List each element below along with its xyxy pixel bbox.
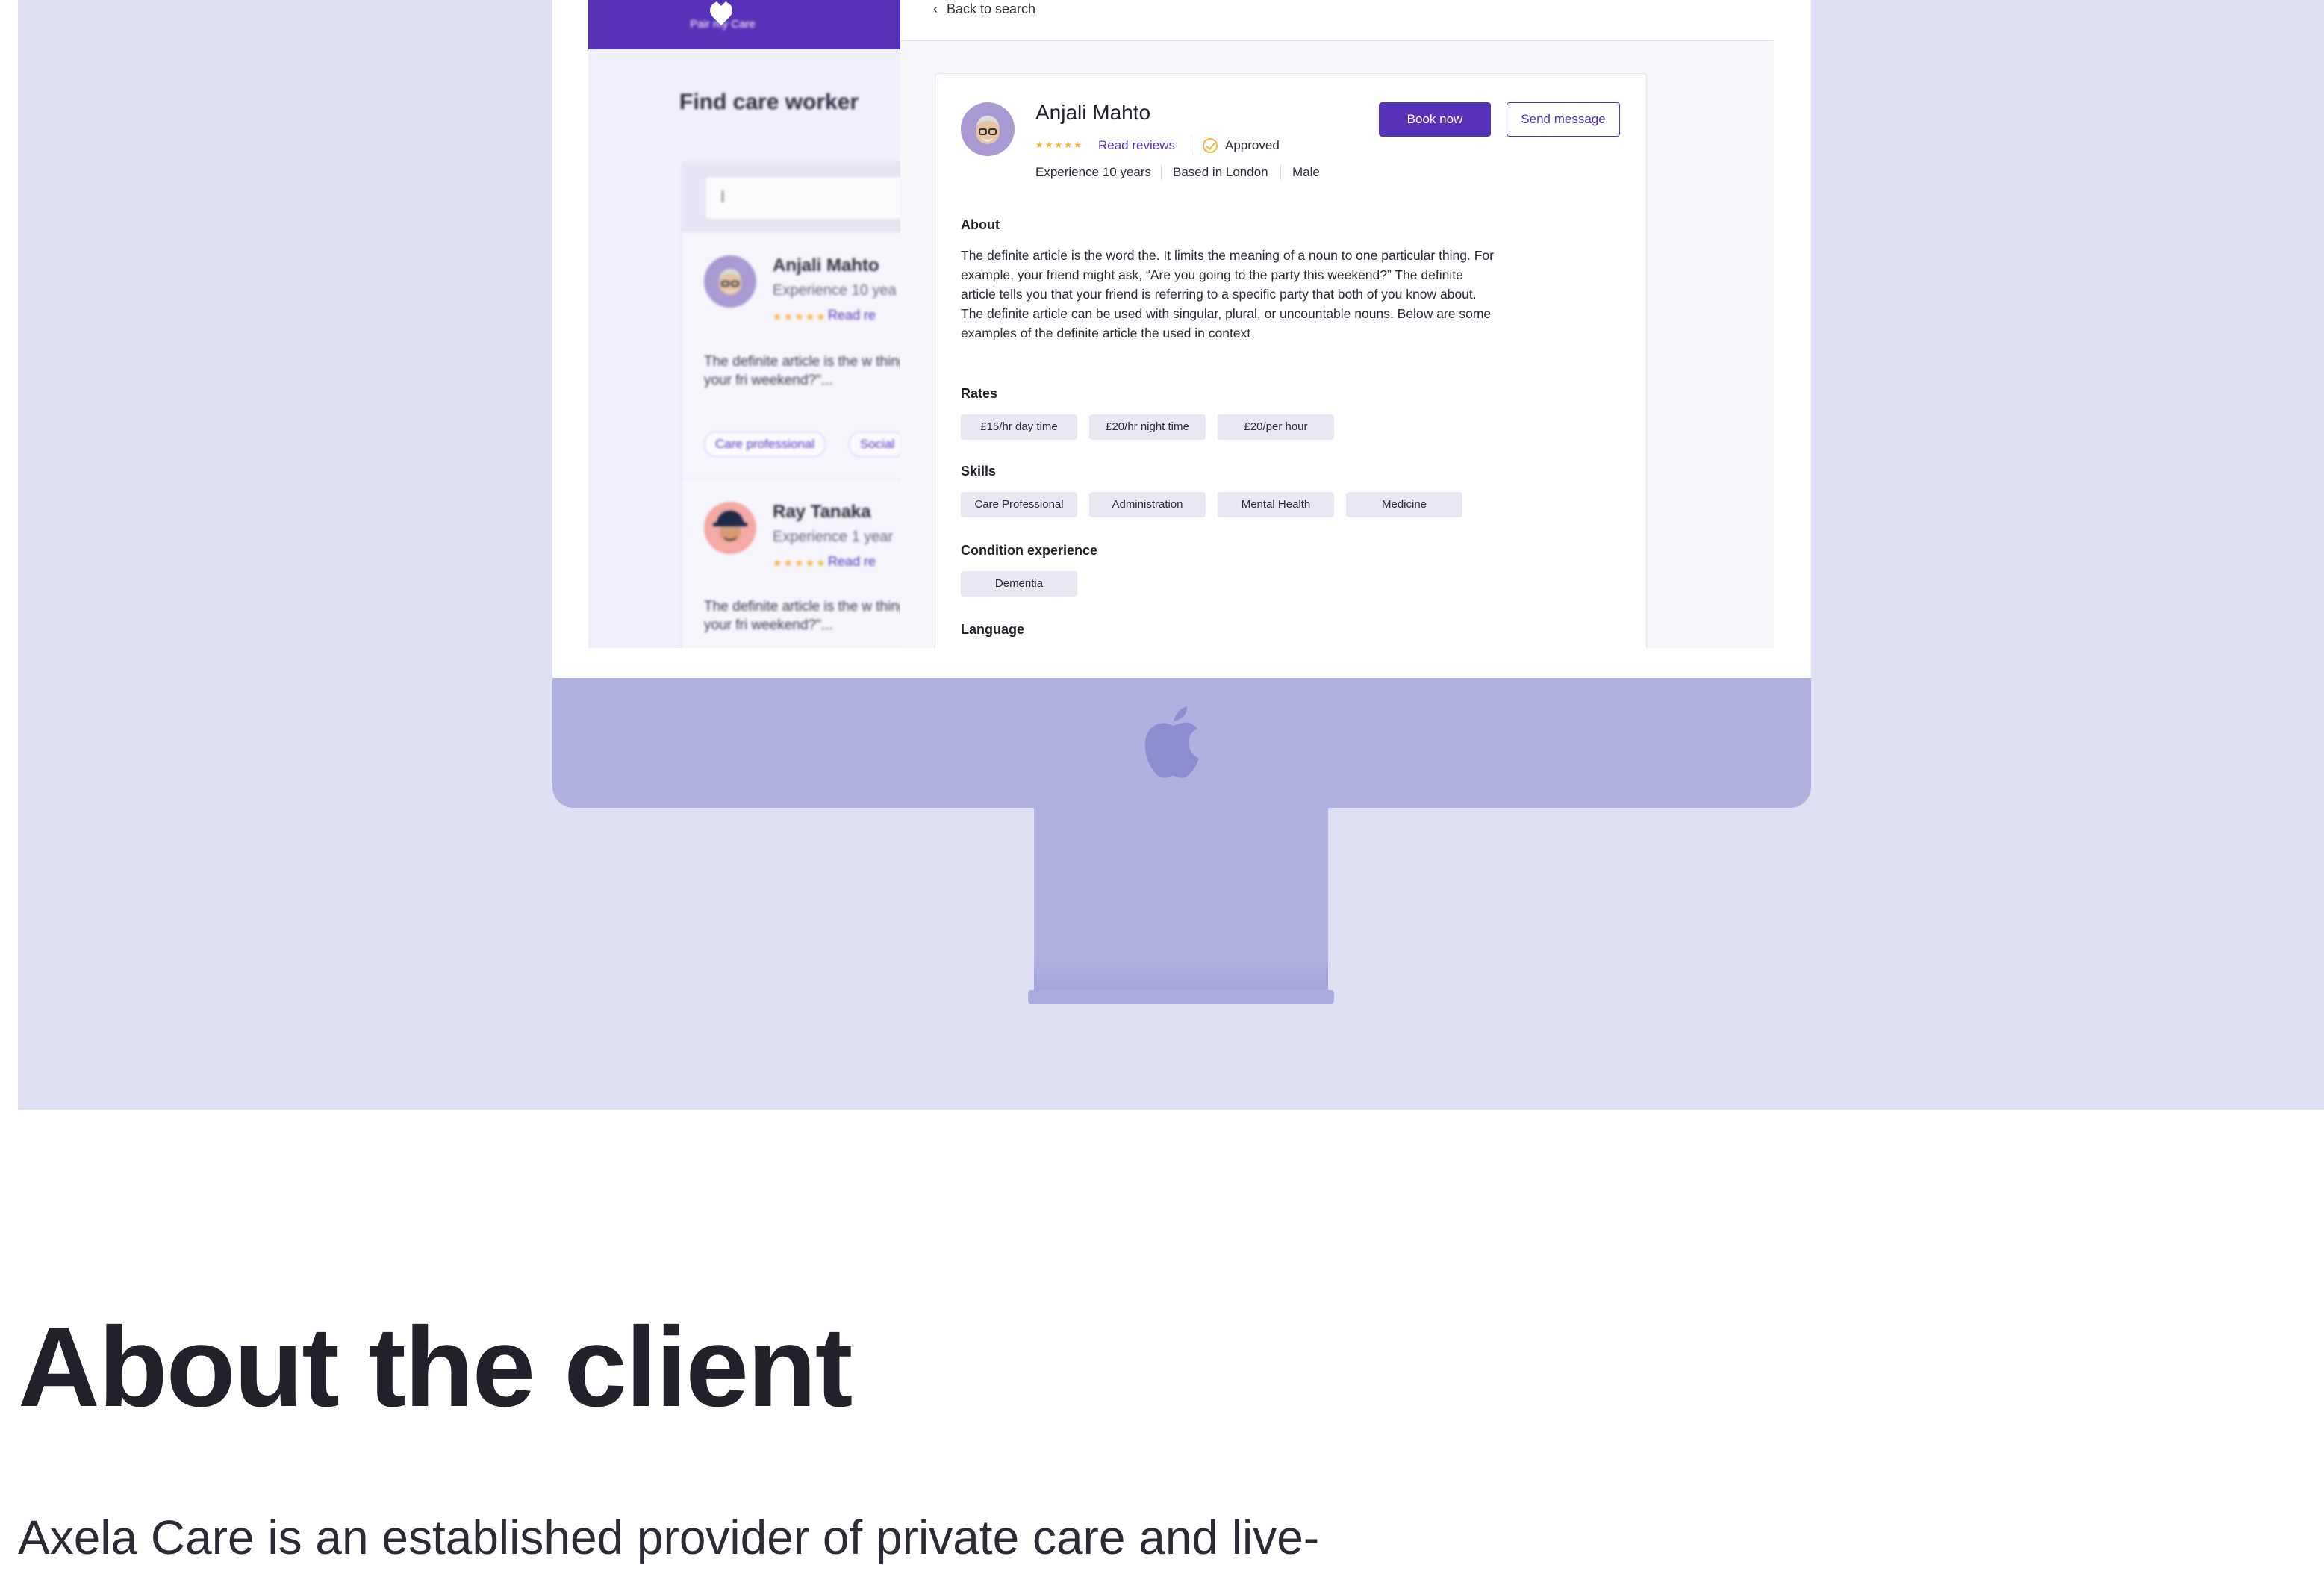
about-the-client-body: Axela Care is an established provider of… [18,1511,1320,1564]
skill-chip: Care Professional [961,492,1077,517]
rating-stars: ★★★★★ [1035,140,1083,150]
list-item-tag: Care professional [704,432,826,457]
list-item-tag: Social [849,432,900,457]
skill-chip: Mental Health [1218,492,1334,517]
list-item-name: Ray Tanaka [773,502,871,522]
rate-chip: £20/hr night time [1089,414,1206,440]
avatar [961,102,1015,156]
avatar-face-icon [976,116,1000,144]
monitor-stand [1034,808,1328,993]
hero-banner: Pair my Care Find care worker I Anjali M… [18,0,2324,1110]
location: Based in London [1173,165,1268,179]
back-to-search-label: Back to search [947,1,1036,16]
list-item[interactable]: Anjali Mahto Experience 10 yea ★★★★★ Rea… [681,233,900,480]
avatar-face-icon [719,269,741,295]
apple-logo-icon [1144,706,1199,778]
monitor-screen: Pair my Care Find care worker I Anjali M… [552,0,1811,678]
profile-card: Anjali Mahto ★★★★★ Read reviews Approved… [935,73,1647,648]
about-section-title: About [961,217,1000,232]
approved-check-icon [1203,138,1218,153]
profile-topbar: ‹ Back to search [900,0,1774,41]
list-item-experience: Experience 10 yea [773,282,897,299]
about-text: The definite article is the word the. It… [961,248,1494,340]
list-item-snippet: The definite article is the w thing. For… [704,599,900,633]
find-care-worker-title: Find care worker [679,90,859,114]
back-to-search-link[interactable]: ‹ Back to search [933,1,1035,17]
rates-section-title: Rates [961,386,998,401]
list-item-name: Anjali Mahto [773,255,879,276]
approved-status: Approved [1225,138,1280,152]
list-item[interactable]: Ray Tanaka Experience 1 year ★★★★★ Read … [681,479,900,648]
list-item-experience: Experience 1 year [773,529,894,545]
monitor-stand-base [1028,990,1334,1004]
profile-panel: ‹ Back to search Anjali Mahto ★★★★★ Read… [900,0,1774,648]
list-item-read-reviews[interactable]: Read re [828,308,876,323]
skill-chip: Medicine [1346,492,1462,517]
divider [1280,165,1281,180]
search-box: I [681,161,900,233]
book-now-button[interactable]: Book now [1379,102,1491,137]
brand-name: Pair my Care [690,18,756,31]
divider [1161,165,1162,180]
skills-section-title: Skills [961,464,997,479]
monitor-chin [552,678,1811,808]
rate-chip: £20/per hour [1218,414,1334,440]
rate-chip: £15/hr day time [961,414,1077,440]
list-item-snippet: The definite article is the w thing. For… [704,354,900,388]
avatar [704,255,756,308]
brand-header: Pair my Care [588,0,900,49]
condition-chip: Dementia [961,571,1077,597]
experience-years: Experience 10 years [1035,165,1151,179]
gender: Male [1292,165,1320,179]
app-window: Pair my Care Find care worker I Anjali M… [588,0,1774,648]
read-reviews-link[interactable]: Read reviews [1098,138,1175,153]
list-item-stars: ★★★★★ [773,557,827,569]
profile-name: Anjali Mahto [1035,101,1151,124]
condition-section-title: Condition experience [961,543,1098,558]
skill-chip: Administration [1089,492,1206,517]
search-input-value: I [720,187,726,206]
avatar [704,502,756,554]
list-item-stars: ★★★★★ [773,311,827,323]
search-input[interactable]: I [705,176,900,220]
language-section-title: Language [961,622,1025,637]
about-the-client-heading: About the client [18,1304,853,1431]
search-results-panel: Pair my Care Find care worker I Anjali M… [588,0,900,648]
chevron-left-icon: ‹ [933,1,938,16]
send-message-button[interactable]: Send message [1507,102,1620,137]
list-item-read-reviews[interactable]: Read re [828,554,876,570]
avatar-face-icon [713,511,747,542]
